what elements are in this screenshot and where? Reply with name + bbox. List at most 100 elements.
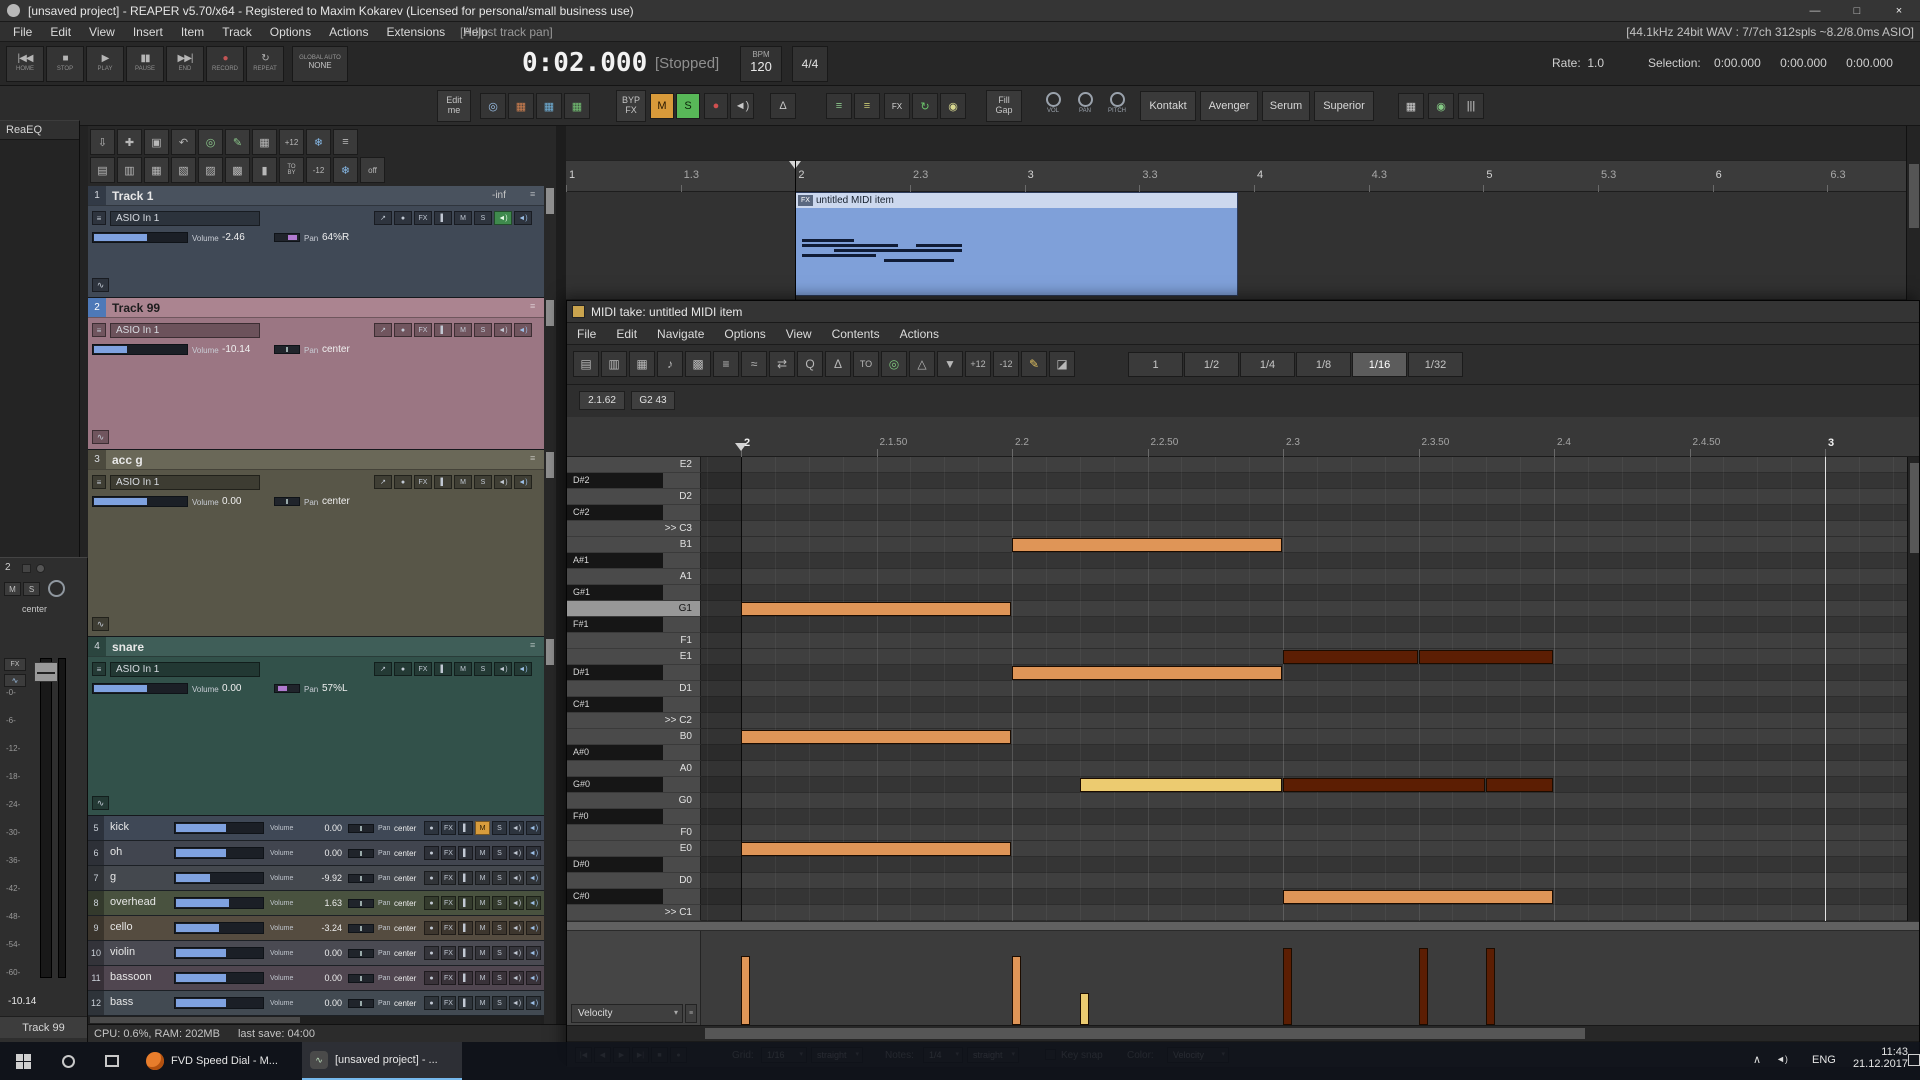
minus-12-button[interactable]: -12 xyxy=(306,157,331,183)
menu-item-item[interactable]: Item xyxy=(172,22,213,42)
track-row-oh[interactable]: 6ohVolume0.00Pancenter●FX▌MS◄)◄) xyxy=(88,841,544,866)
midi-menu-options[interactable]: Options xyxy=(714,327,775,341)
octave-down-button[interactable]: -12 xyxy=(993,351,1019,377)
track-btn-S[interactable]: S xyxy=(492,996,507,1010)
theme-tool-icon[interactable]: ▦ xyxy=(536,93,562,119)
track-btn-FX[interactable]: FX xyxy=(441,921,456,935)
arrange-vscroll[interactable] xyxy=(1906,126,1920,300)
midi-note[interactable] xyxy=(1080,778,1282,792)
freeze-2-icon[interactable]: ❄ xyxy=(333,157,358,183)
track-btn-xx[interactable]: ◄) xyxy=(509,821,524,835)
input-selector[interactable]: ASIO In 1 xyxy=(110,211,260,226)
metronome-icon[interactable]: Δ xyxy=(825,351,851,377)
rows-icon[interactable]: ≡ xyxy=(713,351,739,377)
track-grip[interactable]: ≡ xyxy=(530,453,540,465)
track-row-g[interactable]: 7gVolume-9.92Pancenter●FX▌MS◄)◄) xyxy=(88,866,544,891)
maximize-button[interactable]: □ xyxy=(1836,0,1878,22)
track-btn-xx[interactable]: ◄) xyxy=(494,323,512,337)
tray-clock[interactable]: 11:4321.12.2017 xyxy=(1848,1046,1908,1078)
fill-gap-button[interactable]: FillGap xyxy=(986,90,1022,122)
midi-menu-view[interactable]: View xyxy=(776,327,822,341)
track-btn-x[interactable]: ▌ xyxy=(458,921,473,935)
pan-widget[interactable] xyxy=(348,824,374,833)
track-btn-FX[interactable]: FX xyxy=(441,996,456,1010)
grid-icon[interactable]: ▦ xyxy=(252,129,277,155)
pan-widget[interactable] xyxy=(348,924,374,933)
menu-item-options[interactable]: Options xyxy=(261,22,320,42)
link-icon[interactable]: ⇄ xyxy=(769,351,795,377)
position-note[interactable]: G2 43 xyxy=(631,391,675,410)
track-btn-M[interactable]: M xyxy=(475,971,490,985)
octave-up-button[interactable]: +12 xyxy=(965,351,991,377)
mute-button[interactable]: M xyxy=(650,93,674,119)
pencil-icon[interactable]: ✎ xyxy=(225,129,250,155)
mixer-fader-track[interactable] xyxy=(40,658,52,978)
track-row-overhead[interactable]: 8overheadVolume1.63Pancenter●FX▌MS◄)◄) xyxy=(88,891,544,916)
position-time[interactable]: 2.1.62 xyxy=(579,391,625,410)
division-1-16[interactable]: 1/16 xyxy=(1352,352,1407,377)
speaker-icon[interactable]: ◄) xyxy=(730,93,754,119)
volume-slider[interactable] xyxy=(92,683,188,694)
midi-hscroll-thumb[interactable] xyxy=(705,1028,1585,1039)
track-btn-xx[interactable]: ◄) xyxy=(494,211,512,225)
transpose-down-icon[interactable]: ▼ xyxy=(937,351,963,377)
grid-a-icon[interactable]: ▤ xyxy=(90,157,115,183)
lane-resize-grip[interactable]: ≡ xyxy=(685,1004,697,1023)
track-btn-xx[interactable]: ◄) xyxy=(509,996,524,1010)
routing-icon[interactable]: ≡ xyxy=(92,211,106,225)
track-btn-xx[interactable]: ◄) xyxy=(509,921,524,935)
track-btn-xx[interactable]: ◄) xyxy=(526,896,541,910)
input-selector[interactable]: ASIO In 1 xyxy=(110,662,260,677)
kontakt-button[interactable]: Kontakt xyxy=(1140,91,1196,121)
track-btn-FX[interactable]: FX xyxy=(441,946,456,960)
velocity-bar[interactable] xyxy=(1283,948,1292,1025)
track-btn-M[interactable]: M xyxy=(475,871,490,885)
notification-center-button[interactable] xyxy=(1908,1054,1920,1068)
piano-key-G1[interactable]: G#1 xyxy=(567,585,701,601)
velocity-bar[interactable] xyxy=(1080,993,1089,1025)
track-btn-x[interactable]: ▌ xyxy=(458,846,473,860)
timeline-ruler[interactable]: 11.322.333.344.355.366.3 xyxy=(566,160,1920,192)
track-btn-xx[interactable]: ◄) xyxy=(526,996,541,1010)
track-btn-M[interactable]: M xyxy=(454,211,472,225)
pause-button[interactable]: ▮▮PAUSE xyxy=(126,46,164,82)
pan-widget[interactable] xyxy=(274,233,300,242)
menu-item-view[interactable]: View xyxy=(80,22,124,42)
track-btn-x[interactable]: ● xyxy=(394,323,412,337)
velocity-bar[interactable] xyxy=(741,956,750,1025)
lamp-icon[interactable]: ◉ xyxy=(940,93,966,119)
track-scroll-thumb[interactable] xyxy=(546,188,554,214)
track-row-violin[interactable]: 10violinVolume0.00Pancenter●FX▌MS◄)◄) xyxy=(88,941,544,966)
track-btn-x[interactable]: ● xyxy=(394,211,412,225)
menu-item-actions[interactable]: Actions xyxy=(320,22,377,42)
midi-note[interactable] xyxy=(1419,650,1554,664)
piano-key-E2[interactable]: E2 xyxy=(567,457,701,473)
play-button[interactable]: ▶PLAY xyxy=(86,46,124,82)
tray-speaker-icon[interactable]: ◄) xyxy=(1776,1054,1800,1070)
volume-slider[interactable] xyxy=(174,822,264,834)
draw-icon[interactable]: ✎ xyxy=(1021,351,1047,377)
track-btn-M[interactable]: M xyxy=(475,921,490,935)
track-scroll-thumb[interactable] xyxy=(546,452,554,478)
track-row-cello[interactable]: 9celloVolume-3.24Pancenter●FX▌MS◄)◄) xyxy=(88,916,544,941)
grid-b-icon[interactable]: ▥ xyxy=(117,157,142,183)
rate-display[interactable]: Rate: 1.0 xyxy=(1552,56,1604,70)
track-btn-S[interactable]: S xyxy=(474,662,492,676)
hscroll-thumb[interactable] xyxy=(90,1017,300,1023)
track-btn-x[interactable]: ▌ xyxy=(458,821,473,835)
piano-key-A1[interactable]: A#1 xyxy=(567,553,701,569)
freeze-icon[interactable]: ❄ xyxy=(306,129,331,155)
mixer-mute-button[interactable]: M xyxy=(4,582,21,596)
volume-slider[interactable] xyxy=(174,997,264,1009)
piano-key-B1[interactable]: B1 xyxy=(567,537,701,553)
superior-button[interactable]: Superior xyxy=(1314,91,1374,121)
track-btn-x[interactable]: ▌ xyxy=(434,323,452,337)
edit-me-button[interactable]: Editme xyxy=(437,90,471,122)
midi-vscroll-thumb[interactable] xyxy=(1910,463,1919,553)
track-btn-xx[interactable]: ◄) xyxy=(509,946,524,960)
track-name[interactable]: Track 1 xyxy=(112,189,312,203)
track-btn-xx[interactable]: ◄) xyxy=(509,896,524,910)
quantize-icon[interactable]: Q xyxy=(797,351,823,377)
pan-widget[interactable] xyxy=(274,684,300,693)
mixer-dot-b[interactable] xyxy=(36,564,45,573)
